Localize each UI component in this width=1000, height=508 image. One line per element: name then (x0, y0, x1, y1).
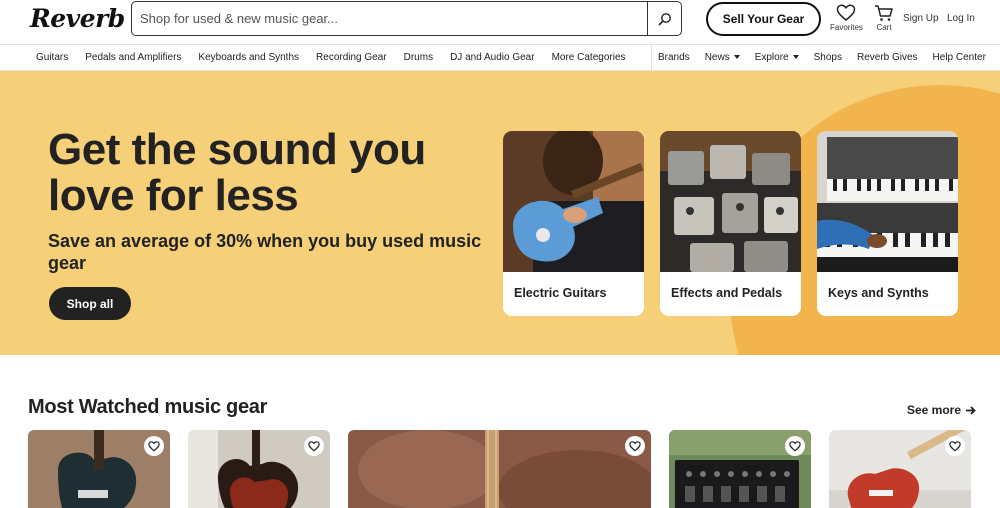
nav-item-pedals-amplifiers[interactable]: Pedals and Amplifiers (85, 52, 181, 63)
favorite-button[interactable] (304, 436, 324, 456)
product-card[interactable] (28, 430, 170, 508)
heart-icon (837, 4, 856, 21)
category-nav: Guitars Pedals and Amplifiers Keyboards … (0, 44, 1000, 71)
keys-synths-label: Keys and Synths (828, 286, 929, 300)
nav-item-drums[interactable]: Drums (404, 52, 433, 63)
cart-icon (875, 5, 893, 21)
heart-icon (148, 440, 160, 451)
favorite-button[interactable] (144, 436, 164, 456)
most-watched-title: Most Watched music gear (28, 396, 268, 418)
caret-down-icon (792, 55, 799, 60)
effects-pedals-image (660, 131, 801, 272)
nav-secondary: Brands News Explore Shops Reverb Gives H… (658, 45, 986, 70)
reverb-logo[interactable]: Reverb (30, 4, 125, 33)
shop-all-button[interactable]: Shop all (49, 287, 131, 320)
site-header: Reverb Sell Your Gear Favorites Cart Sig… (0, 0, 1000, 44)
log-in-link[interactable]: Log In (947, 13, 975, 24)
product-card[interactable] (188, 430, 330, 508)
nav-item-reverb-gives[interactable]: Reverb Gives (857, 52, 918, 63)
nav-item-news[interactable]: News (705, 52, 740, 63)
favorites-label: Favorites (830, 23, 863, 32)
chevron-right-icon (966, 405, 976, 415)
product-image (348, 430, 651, 508)
nav-item-recording-gear[interactable]: Recording Gear (316, 52, 387, 63)
hero-banner: Get the sound you love for less Save an … (0, 71, 1000, 355)
sign-up-link[interactable]: Sign Up (903, 13, 939, 24)
search-button[interactable] (647, 2, 681, 35)
keys-synths-image (817, 131, 958, 272)
heart-icon (949, 440, 961, 451)
cart-link[interactable]: Cart (874, 4, 894, 32)
nav-item-explore[interactable]: Explore (755, 52, 799, 63)
product-card[interactable] (348, 430, 651, 508)
nav-item-guitars[interactable]: Guitars (36, 52, 68, 63)
product-card[interactable] (829, 430, 971, 508)
electric-guitars-label: Electric Guitars (514, 286, 607, 300)
hero-title: Get the sound you love for less (48, 125, 426, 220)
electric-guitars-image (503, 131, 644, 272)
nav-item-keyboards-synths[interactable]: Keyboards and Synths (198, 52, 299, 63)
favorites-link[interactable]: Favorites (830, 4, 863, 32)
nav-item-brands[interactable]: Brands (658, 52, 690, 63)
nav-item-help-center[interactable]: Help Center (933, 52, 986, 63)
favorite-button[interactable] (785, 436, 805, 456)
sell-your-gear-button[interactable]: Sell Your Gear (706, 2, 821, 36)
nav-item-shops[interactable]: Shops (814, 52, 842, 63)
heart-icon (308, 440, 320, 451)
see-more-label: See more (907, 403, 962, 417)
search-bar (131, 1, 682, 36)
favorite-button[interactable] (945, 436, 965, 456)
category-card-effects-pedals[interactable]: Effects and Pedals (660, 131, 801, 316)
nav-explore-label: Explore (754, 52, 789, 63)
cart-label: Cart (876, 23, 892, 32)
see-more-link[interactable]: See more (907, 403, 976, 417)
hero-subtitle: Save an average of 30% when you buy used… (48, 231, 482, 273)
search-input[interactable] (132, 2, 647, 35)
heart-icon (629, 440, 641, 451)
nav-divider (651, 45, 652, 70)
search-icon (658, 12, 671, 25)
nav-item-dj-audio-gear[interactable]: DJ and Audio Gear (450, 52, 535, 63)
effects-pedals-label: Effects and Pedals (671, 286, 783, 300)
nav-news-label: News (704, 52, 730, 63)
favorite-button[interactable] (625, 436, 645, 456)
category-card-keys-synths[interactable]: Keys and Synths (817, 131, 958, 316)
heart-icon (789, 440, 801, 451)
nav-categories: Guitars Pedals and Amplifiers Keyboards … (36, 45, 626, 70)
category-card-electric-guitars[interactable]: Electric Guitars (503, 131, 644, 316)
nav-item-more-categories[interactable]: More Categories (552, 52, 626, 63)
product-card[interactable] (669, 430, 811, 508)
caret-down-icon (733, 55, 740, 60)
